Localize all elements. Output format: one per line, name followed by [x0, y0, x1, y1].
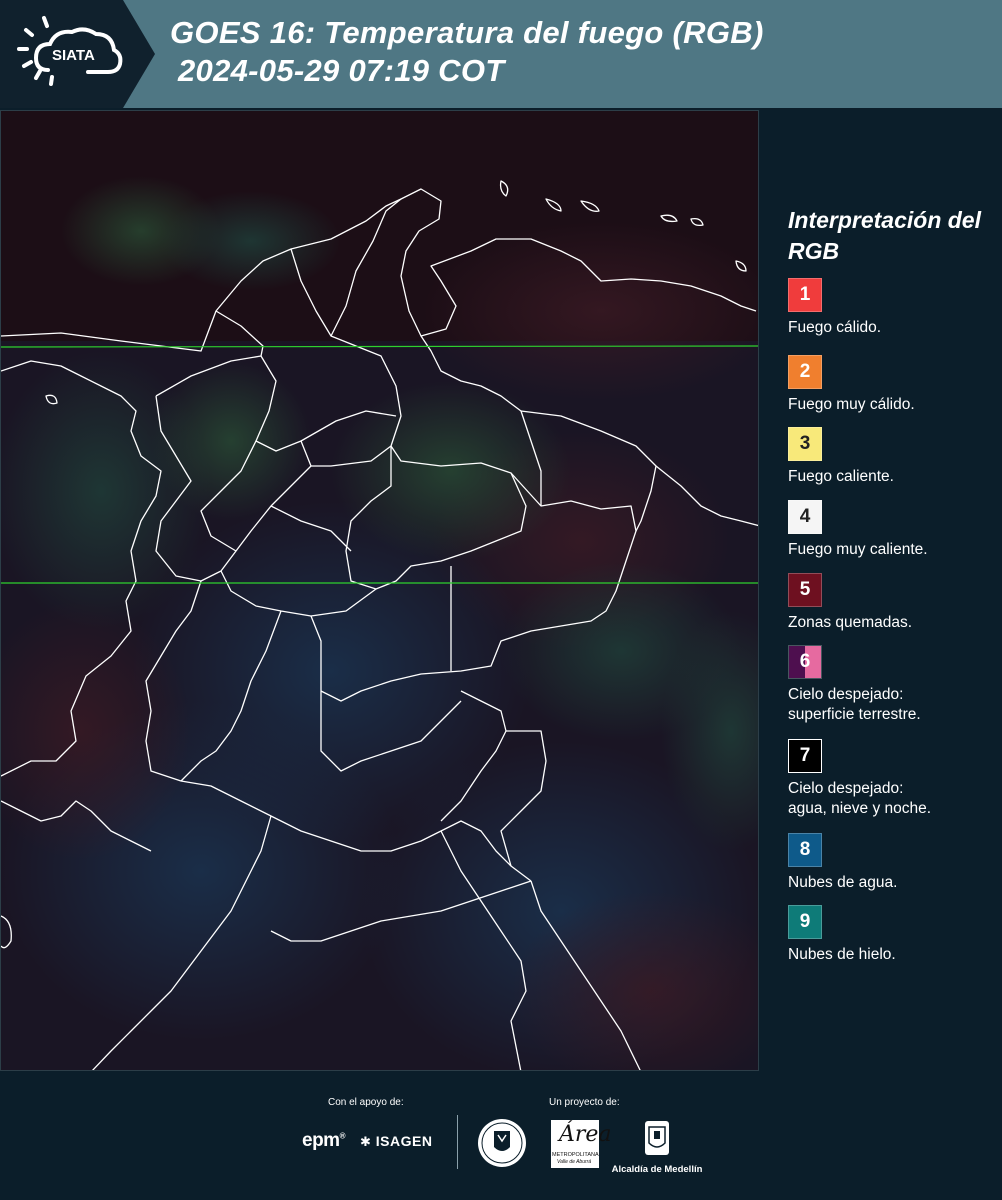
- legend-item-7: 7 Cielo despejado: agua, nieve y noche.: [788, 739, 931, 819]
- legend-label-7: Cielo despejado: agua, nieve y noche.: [788, 780, 932, 817]
- header-bar: SIATA GOES 16: Temperatura del fuego (RG…: [0, 0, 1002, 108]
- legend-item-3: 3 Fuego caliente.: [788, 427, 894, 487]
- project-label: Un proyecto de:: [549, 1097, 620, 1108]
- legend-item-5: 5 Zonas quemadas.: [788, 573, 912, 633]
- alcaldia-medellin-logo: Alcaldía de Medellín: [611, 1119, 703, 1175]
- footer: Con el apoyo de: Un proyecto de: epm® ✱ …: [0, 1071, 1002, 1200]
- legend-swatch-9: 9: [788, 905, 822, 939]
- satellite-image: [1, 111, 758, 1070]
- legend-swatch-7: 7: [788, 739, 822, 773]
- title-product: GOES 16: Temperatura del fuego (RGB): [170, 15, 764, 50]
- legend-label-8: Nubes de agua.: [788, 874, 898, 891]
- area-metropolitana-logo: Área METROPOLITANA Valle de Aburrá: [551, 1120, 612, 1168]
- legend-item-6: 6 Cielo despejado: superficie terrestre.: [788, 645, 921, 725]
- legend-label-9: Nubes de hielo.: [788, 946, 896, 963]
- isagen-logo: ✱ ISAGEN: [360, 1133, 433, 1149]
- siata-logo: SIATA: [0, 0, 155, 108]
- legend-swatch-2: 2: [788, 355, 822, 389]
- svg-text:SIATA: SIATA: [52, 47, 95, 64]
- legend-label-6: Cielo despejado: superficie terrestre.: [788, 686, 921, 723]
- page-title: GOES 16: Temperatura del fuego (RGB) 202…: [170, 14, 764, 90]
- footer-divider: [457, 1115, 458, 1169]
- legend-label-1: Fuego cálido.: [788, 319, 882, 336]
- legend-item-1: 1 Fuego cálido.: [788, 278, 881, 338]
- legend-item-9: 9 Nubes de hielo.: [788, 905, 896, 965]
- title-timestamp: 2024-05-29 07:19 COT: [178, 53, 505, 88]
- legend-swatch-8: 8: [788, 833, 822, 867]
- legend-label-3: Fuego caliente.: [788, 468, 894, 485]
- alcaldia-label: Alcaldía de Medellín: [611, 1164, 703, 1175]
- legend-label-5: Zonas quemadas.: [788, 614, 913, 631]
- epm-logo: epm®: [302, 1130, 346, 1151]
- legend-swatch-4: 4: [788, 500, 822, 534]
- rgb-legend: Interpretación del RGB 1 Fuego cálido. 2…: [788, 205, 993, 963]
- legend-item-8: 8 Nubes de agua.: [788, 833, 897, 893]
- legend-label-4: Fuego muy caliente.: [788, 541, 928, 558]
- legend-item-4: 4 Fuego muy caliente.: [788, 500, 928, 560]
- legend-swatch-5: 5: [788, 573, 822, 607]
- alcaldia-crest-icon: [645, 1121, 669, 1155]
- legend-swatch-3: 3: [788, 427, 822, 461]
- legend-label-2: Fuego muy cálido.: [788, 396, 915, 413]
- legend-swatch-6: 6: [788, 645, 822, 679]
- support-label: Con el apoyo de:: [328, 1097, 404, 1108]
- satellite-map[interactable]: [0, 110, 759, 1071]
- legend-title: Interpretación del RGB: [788, 207, 981, 264]
- legend-item-2: 2 Fuego muy cálido.: [788, 355, 915, 415]
- legend-swatch-1: 1: [788, 278, 822, 312]
- university-seal-logo: [476, 1117, 528, 1174]
